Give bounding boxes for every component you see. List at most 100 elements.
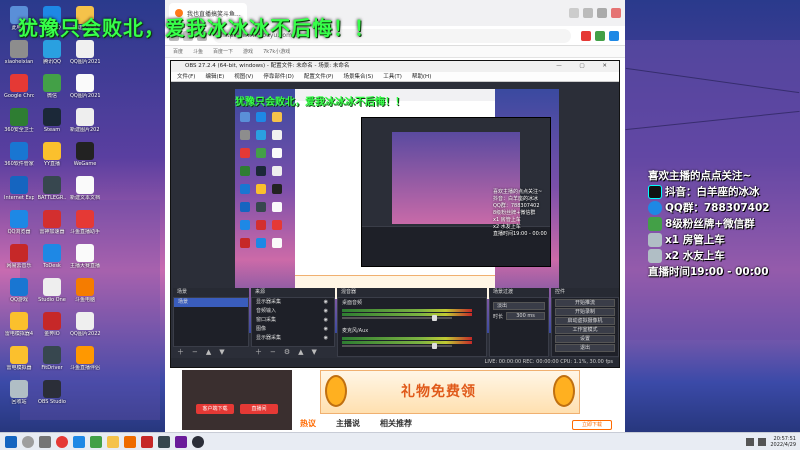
minimize-icon[interactable] bbox=[597, 8, 607, 18]
bookmark-item[interactable]: 游戏 bbox=[243, 46, 253, 57]
desktop-icon[interactable]: 网易云音乐 bbox=[4, 244, 34, 269]
tab-related[interactable]: 相关推荐 bbox=[380, 418, 412, 429]
transition-select[interactable]: 淡出 bbox=[493, 302, 545, 310]
obs-control-button[interactable]: 开始推流 bbox=[555, 299, 615, 307]
desktop-icon[interactable]: 腾讯QQ bbox=[37, 40, 67, 65]
bookmark-item[interactable]: 7k7k小游戏 bbox=[263, 46, 290, 57]
close-icon[interactable] bbox=[611, 8, 621, 18]
desktop-icon[interactable]: 雷电模拟器 bbox=[4, 346, 34, 371]
add-icon[interactable]: ＋ bbox=[255, 348, 262, 357]
desktop-icon[interactable]: WeGame bbox=[70, 142, 100, 167]
tab-anchor-talk[interactable]: 主播说 bbox=[336, 418, 360, 429]
obs-control-button[interactable]: 启动虚拟摄像机 bbox=[555, 317, 615, 325]
desktop-icon[interactable]: 斗鱼直播助手 bbox=[70, 210, 100, 235]
scene-item[interactable]: 场景 bbox=[174, 298, 248, 307]
desktop-icon[interactable]: 360安全卫士 bbox=[4, 108, 34, 133]
eye-icon[interactable]: ◉ bbox=[324, 307, 328, 316]
desktop-icon[interactable]: FitDriver bbox=[37, 346, 67, 371]
desktop-icon[interactable]: QQ图片2022090.. bbox=[70, 312, 100, 337]
desktop-icon[interactable]: 雷电模拟器4 bbox=[4, 312, 34, 337]
menu-icon[interactable] bbox=[583, 8, 593, 18]
down-icon[interactable]: ▼ bbox=[219, 348, 224, 357]
remove-icon[interactable]: − bbox=[192, 348, 198, 357]
obs-menu-item[interactable]: 配置文件(P) bbox=[304, 72, 334, 81]
desktop-icon[interactable]: QQ游戏 bbox=[4, 278, 34, 303]
desktop-icon[interactable]: 360软件管家 bbox=[4, 142, 34, 167]
network-icon[interactable] bbox=[746, 438, 755, 446]
desktop-icon[interactable]: 雷神加速器 bbox=[37, 210, 67, 235]
bookmark-item[interactable]: 百度 bbox=[173, 46, 183, 57]
eye-icon[interactable]: ◉ bbox=[324, 316, 328, 325]
desktop-icon[interactable]: 微信 bbox=[37, 74, 67, 99]
remove-icon[interactable]: − bbox=[270, 348, 276, 357]
app-icon[interactable] bbox=[175, 435, 187, 448]
volume-knob[interactable] bbox=[432, 343, 437, 349]
desktop-icon[interactable]: Steam bbox=[37, 108, 67, 133]
gear-icon[interactable]: ⚙ bbox=[284, 348, 290, 357]
volume-slider[interactable] bbox=[342, 343, 452, 349]
obs-icon[interactable] bbox=[192, 435, 204, 448]
obs-menu-item[interactable]: 帮助(H) bbox=[412, 72, 431, 81]
extension-icon[interactable] bbox=[595, 30, 605, 41]
volume-icon[interactable] bbox=[758, 438, 767, 446]
source-item[interactable]: 显示器采集 ◉ bbox=[252, 298, 334, 307]
source-item[interactable]: 图像 ◉ bbox=[252, 325, 334, 334]
gift-banner[interactable]: 礼物免费领 bbox=[320, 370, 580, 414]
up-icon[interactable]: ▲ bbox=[206, 348, 211, 357]
desktop-icon[interactable]: Google Chrome bbox=[4, 74, 34, 99]
source-item[interactable]: 显示器采集 ◉ bbox=[252, 334, 334, 343]
eye-icon[interactable]: ◉ bbox=[324, 325, 328, 334]
up-icon[interactable]: ▲ bbox=[298, 348, 303, 357]
taskview-icon[interactable] bbox=[39, 435, 51, 448]
add-icon[interactable]: ＋ bbox=[177, 348, 184, 357]
volume-knob[interactable] bbox=[432, 315, 437, 321]
folder-icon[interactable] bbox=[107, 435, 119, 448]
desktop-icon[interactable]: 斗鱼直播伴侣 bbox=[70, 346, 100, 371]
start-icon[interactable] bbox=[5, 435, 17, 448]
obs-control-button[interactable]: 退出 bbox=[555, 344, 615, 352]
obs-menu-item[interactable]: 场景集合(S) bbox=[343, 72, 373, 81]
download-client-button[interactable]: 客户端下载 bbox=[196, 404, 234, 414]
bookmark-item[interactable]: 百度一下 bbox=[213, 46, 233, 57]
obs-menu-item[interactable]: 编辑(E) bbox=[205, 72, 224, 81]
search-icon[interactable] bbox=[22, 435, 34, 448]
desktop-icon[interactable]: 金奔IO bbox=[37, 312, 67, 337]
desktop-icon[interactable]: QQ图片2021120.. bbox=[70, 40, 100, 65]
obs-control-button[interactable]: 开始录制 bbox=[555, 308, 615, 316]
desktop-icon[interactable]: OBS Studio bbox=[37, 380, 67, 405]
app-icon[interactable] bbox=[158, 435, 170, 448]
extension-icon[interactable] bbox=[609, 30, 619, 41]
eye-icon[interactable]: ◉ bbox=[324, 298, 328, 307]
desktop-icon[interactable]: 新建图片2021120.. bbox=[70, 108, 100, 133]
desktop-icon[interactable]: 回收站 bbox=[4, 380, 34, 405]
eye-icon[interactable]: ◉ bbox=[324, 334, 328, 343]
duration-input[interactable]: 300 ms bbox=[506, 312, 545, 320]
wechat-icon[interactable] bbox=[90, 435, 102, 448]
desktop-icon[interactable]: Internet Explorer bbox=[4, 176, 34, 201]
desktop-icon[interactable]: YY直播 bbox=[37, 142, 67, 167]
desktop-icon[interactable]: 斗鱼电脑 bbox=[70, 278, 100, 303]
window-controls[interactable]: — ▢ ✕ bbox=[556, 61, 615, 72]
volume-slider[interactable] bbox=[342, 315, 452, 321]
desktop-icon[interactable]: QQ浏览器 bbox=[4, 210, 34, 235]
obs-control-button[interactable]: 工作室模式 bbox=[555, 326, 615, 334]
desktop-icon[interactable]: 主播大赛直播 bbox=[70, 244, 100, 269]
clock[interactable]: 20:57:51 2022/4/29 bbox=[770, 436, 796, 448]
bookmark-item[interactable]: 斗鱼 bbox=[193, 46, 203, 57]
qq-icon[interactable] bbox=[73, 435, 85, 448]
tab-hot[interactable]: 热议 bbox=[300, 418, 316, 429]
obs-control-button[interactable]: 设置 bbox=[555, 335, 615, 343]
source-item[interactable]: 音频输入 ◉ bbox=[252, 307, 334, 316]
desktop-icon[interactable]: Studio One bbox=[37, 278, 67, 303]
source-item[interactable]: 窗口采集 ◉ bbox=[252, 316, 334, 325]
down-icon[interactable]: ▼ bbox=[312, 348, 317, 357]
obs-menu-item[interactable]: 视图(V) bbox=[234, 72, 253, 81]
extension-icon[interactable] bbox=[581, 30, 591, 41]
desktop-icon[interactable]: BATTLEGR.. bbox=[37, 176, 67, 201]
desktop-icon[interactable]: QQ图片2021120.. bbox=[70, 74, 100, 99]
download-now-button[interactable]: 立即下载 bbox=[572, 420, 612, 430]
obs-menu-item[interactable]: 文件(F) bbox=[177, 72, 195, 81]
new-tab-icon[interactable] bbox=[569, 8, 579, 18]
desktop-icon[interactable]: xiaoheixian bbox=[4, 40, 34, 65]
obs-menu-item[interactable]: 停靠部件(D) bbox=[263, 72, 294, 81]
